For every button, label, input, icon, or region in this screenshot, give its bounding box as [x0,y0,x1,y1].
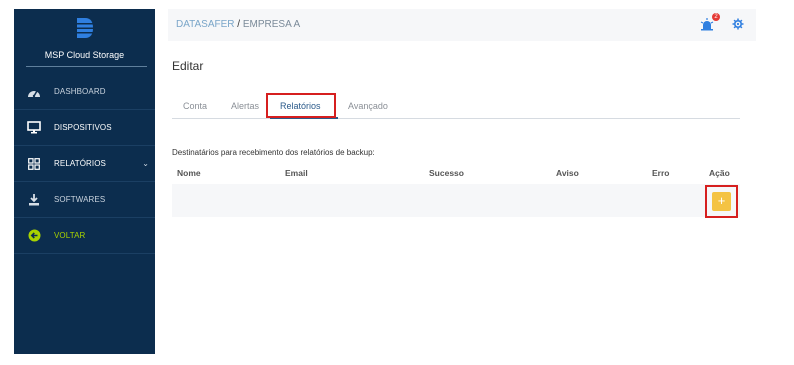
tab-bar: Conta Alertas Relatórios Avançado [172,95,740,119]
tab-conta[interactable]: Conta [183,101,207,111]
top-bar: DATASAFER / EMPRESA A 2 [168,9,756,41]
sidebar-item-label: DASHBOARD [54,87,106,96]
page-title: Editar [172,59,204,73]
recipients-description: Destinatários para recebimento dos relat… [172,148,375,157]
sidebar-item-label: VOLTAR [54,231,86,240]
brand-divider [26,66,147,67]
column-header-aviso: Aviso [556,168,579,178]
column-header-sucesso: Sucesso [429,168,464,178]
gauge-icon [14,86,54,98]
sidebar-item-dashboard[interactable]: DASHBOARD [14,74,155,110]
tab-avancado[interactable]: Avançado [348,101,388,111]
sidebar-item-relatorios[interactable]: RELATÓRIOS ⌄ [14,146,155,182]
breadcrumb-root[interactable]: DATASAFER [176,19,235,30]
sidebar: MSP Cloud Storage DASHBOARD DISPOSITIVOS… [14,9,155,354]
column-header-erro: Erro [652,168,670,178]
breadcrumb: DATASAFER / EMPRESA A [176,19,300,30]
logo-icon [77,18,93,38]
monitor-icon [14,121,54,134]
sidebar-item-voltar[interactable]: VOLTAR [14,218,155,254]
app-root: MSP Cloud Storage DASHBOARD DISPOSITIVOS… [0,0,794,365]
sidebar-item-label: RELATÓRIOS [54,159,106,168]
breadcrumb-current: EMPRESA A [242,19,301,30]
sidebar-item-label: DISPOSITIVOS [54,123,112,132]
back-arrow-icon [14,229,54,242]
gear-icon[interactable] [732,18,744,30]
table-row [172,184,740,217]
tab-alertas[interactable]: Alertas [231,101,259,111]
highlight-box-tab [266,93,336,118]
column-header-acao: Ação [709,168,730,178]
breadcrumb-separator: / [234,19,243,30]
highlight-box-add [705,185,738,218]
column-header-nome: Nome [177,168,201,178]
column-header-email: Email [285,168,308,178]
notification-badge: 2 [712,13,720,21]
grid-icon [14,157,54,170]
sidebar-item-softwares[interactable]: SOFTWARES [14,182,155,218]
table-header: Nome Email Sucesso Aviso Erro Ação [172,164,740,184]
brand-name: MSP Cloud Storage [44,50,125,60]
chevron-down-icon: ⌄ [142,159,149,168]
sidebar-item-dispositivos[interactable]: DISPOSITIVOS [14,110,155,146]
download-icon [14,193,54,206]
sidebar-item-label: SOFTWARES [54,195,106,204]
